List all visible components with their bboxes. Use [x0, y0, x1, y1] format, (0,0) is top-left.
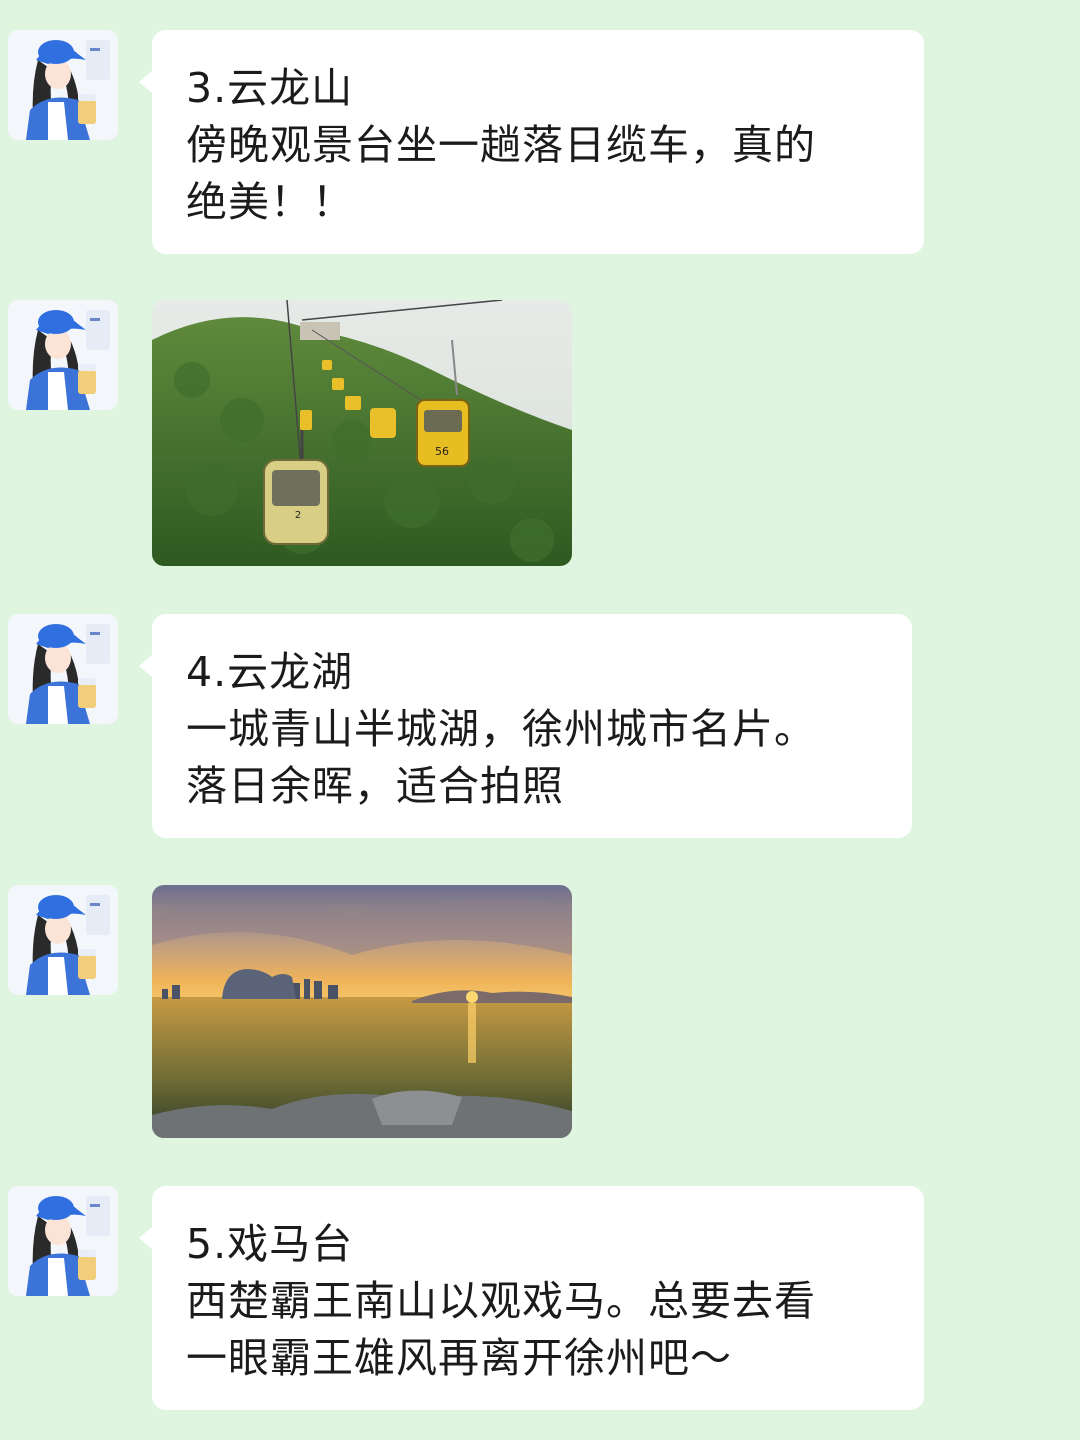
message-text-line: 傍晚观景台坐一趟落日缆车，真的 — [186, 121, 816, 169]
message-text-line: 一城青山半城湖，徐州城市名片。 — [186, 705, 816, 753]
cabin-number-large: 56 — [435, 445, 449, 458]
lake-sunset-photo[interactable] — [152, 885, 572, 1138]
message-text-line: 绝美！！ — [186, 178, 354, 226]
avatar[interactable] — [8, 300, 118, 410]
avatar-image — [8, 614, 118, 724]
avatar[interactable] — [8, 614, 118, 724]
message-text-line: 落日余晖，适合拍照 — [186, 762, 564, 810]
message-title: 5.戏马台 — [186, 1220, 354, 1268]
avatar-image — [8, 30, 118, 140]
cabin-number-small: 2 — [295, 510, 301, 521]
message-bubble[interactable]: 5.戏马台 西楚霸王南山以观戏马。总要去看 一眼霸王雄风再离开徐州吧～ — [139, 1186, 924, 1410]
avatar[interactable] — [8, 885, 118, 995]
cable-car-scene: 56 2 — [152, 300, 572, 566]
avatar[interactable] — [8, 30, 118, 140]
avatar-image — [8, 300, 118, 410]
message-text-line: 一眼霸王雄风再离开徐州吧～ — [186, 1334, 732, 1382]
avatar[interactable] — [8, 1186, 118, 1296]
avatar-image — [8, 1186, 118, 1296]
avatar-image — [8, 885, 118, 995]
message-bubble[interactable]: 3.云龙山 傍晚观景台坐一趟落日缆车，真的 绝美！！ — [139, 30, 924, 254]
message-bubble[interactable]: 4.云龙湖 一城青山半城湖，徐州城市名片。 落日余晖，适合拍照 — [139, 614, 912, 838]
lake-sunset-scene — [152, 885, 572, 1138]
message-text-line: 西楚霸王南山以观戏马。总要去看 — [186, 1277, 816, 1325]
cable-car-photo[interactable]: 56 2 — [152, 300, 572, 566]
message-title: 3.云龙山 — [186, 64, 354, 112]
message-title: 4.云龙湖 — [186, 648, 354, 696]
